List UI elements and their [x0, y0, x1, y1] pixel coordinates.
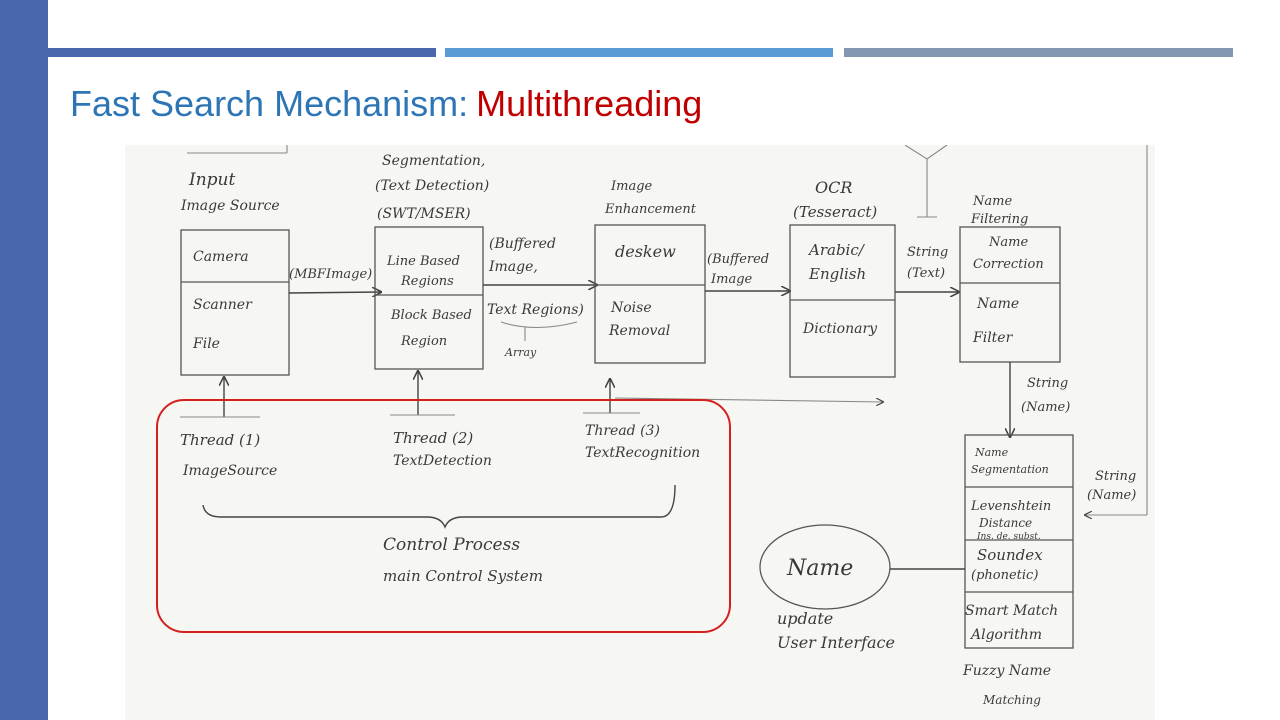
ocr-dictionary: Dictionary — [802, 321, 878, 337]
segmentation-block-region: Region — [400, 334, 447, 349]
fuzzy-label-2: Matching — [982, 693, 1041, 707]
arrow3-buffered: (Buffered — [707, 252, 769, 267]
control-process-highlight — [156, 399, 731, 633]
ocr-subtitle: (Tesseract) — [793, 203, 877, 221]
fuzzy-soundex: Soundex — [977, 546, 1043, 564]
arrow3-image: Image — [710, 272, 753, 287]
segmentation-block-based: Block Based — [390, 308, 472, 323]
name-filtering-title: Name — [972, 194, 1012, 209]
header-accent-bar-1 — [48, 48, 436, 57]
enhancement-noise: Noise — [610, 300, 652, 316]
input-camera: Camera — [193, 249, 249, 265]
name-node-label: Name — [786, 556, 853, 581]
arrow4-string: String — [907, 245, 948, 260]
enhancement-deskew: deskew — [615, 242, 676, 261]
arrow5-name: (Name) — [1021, 400, 1070, 415]
arrow2-text-regions: Text Regions) — [487, 302, 584, 318]
left-accent-bar — [0, 0, 48, 720]
fuzzy-name-seg-2: Segmentation — [971, 463, 1049, 476]
name-correction-name: Name — [988, 235, 1028, 250]
ocr-english: English — [808, 265, 866, 283]
fuzzy-distance: Distance — [978, 516, 1032, 530]
name-filtering-subtitle: Filtering — [970, 212, 1028, 227]
arrow2-image: Image, — [488, 259, 538, 275]
fuzzy-algorithm: Algorithm — [969, 627, 1042, 643]
fuzzy-ins-del-subst: Ins. de. subst. — [976, 532, 1041, 542]
input-file: File — [192, 336, 220, 352]
enhancement-removal: Removal — [608, 323, 670, 339]
arrow-mbfimage-label: (MBFImage) — [289, 267, 372, 282]
segmentation-line-regions: Regions — [400, 274, 454, 289]
arrow4-text: (Text) — [907, 266, 945, 281]
side-note-name: (Name) — [1087, 488, 1136, 503]
name-node-user-interface: User Interface — [777, 633, 895, 652]
name-filter-name: Name — [976, 296, 1019, 312]
arrow5-string: String — [1027, 376, 1068, 391]
slide-title: Fast Search Mechanism: Multithreading — [70, 80, 702, 128]
segmentation-subtitle: (Text Detection) — [375, 178, 489, 194]
slide-title-primary: Fast Search Mechanism: — [70, 83, 469, 124]
arrow-input-to-segmentation — [288, 292, 381, 293]
fuzzy-label-1: Fuzzy Name — [962, 663, 1051, 679]
header-accent-bar-3 — [844, 48, 1233, 57]
fuzzy-levenshtein: Levenshtein — [970, 499, 1051, 514]
input-subtitle: Image Source — [180, 198, 280, 214]
fuzzy-smart-match: Smart Match — [965, 603, 1058, 619]
ocr-title: OCR — [815, 178, 852, 197]
segmentation-line-based: Line Based — [386, 254, 460, 269]
slide-title-highlight: Multithreading — [476, 83, 703, 124]
input-title: Input — [188, 170, 235, 190]
side-note-string: String — [1095, 469, 1136, 484]
arrow2-array: Array — [504, 346, 537, 359]
name-correction: Correction — [973, 257, 1044, 272]
arrow2-buffered: (Buffered — [489, 236, 556, 252]
segmentation-title: Segmentation, — [382, 153, 485, 169]
enhancement-subtitle: Enhancement — [604, 202, 697, 217]
name-filter: Filter — [972, 330, 1014, 346]
input-scanner: Scanner — [193, 297, 253, 313]
ocr-arabic: Arabic/ — [807, 241, 866, 259]
enhancement-title: Image — [610, 179, 653, 194]
fuzzy-name-seg-1: Name — [974, 446, 1009, 459]
name-node-update: update — [777, 609, 833, 628]
segmentation-method: (SWT/MSER) — [377, 206, 471, 222]
fuzzy-phonetic: (phonetic) — [971, 568, 1038, 583]
header-accent-bar-2 — [445, 48, 833, 57]
